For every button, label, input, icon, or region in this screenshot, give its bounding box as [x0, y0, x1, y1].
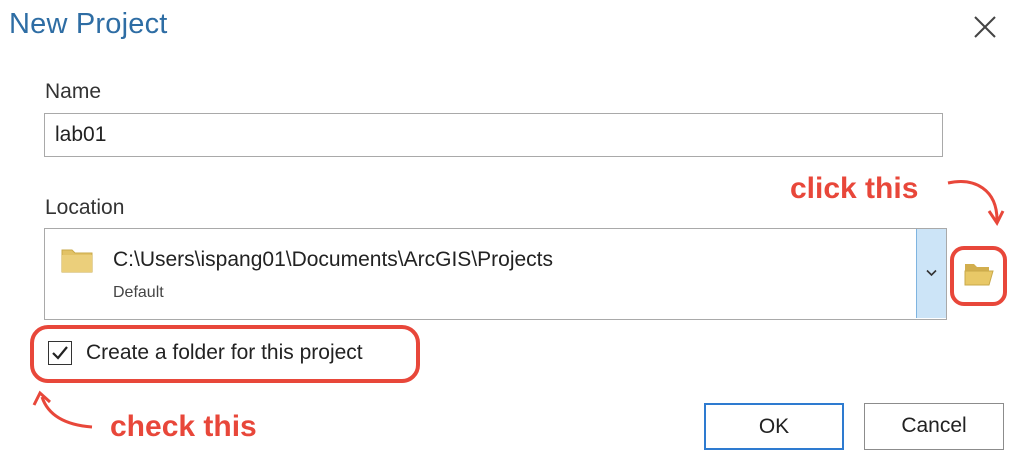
- name-input[interactable]: [44, 113, 943, 157]
- chevron-down-icon: [926, 269, 937, 277]
- ok-button[interactable]: OK: [704, 403, 844, 450]
- create-folder-option: Create a folder for this project: [30, 325, 420, 383]
- browse-folder-button[interactable]: [950, 246, 1007, 306]
- close-button[interactable]: [968, 10, 1002, 44]
- click-arrow-icon: [947, 180, 1005, 226]
- new-project-dialog: New Project Name Location C:\Users\ispan…: [0, 0, 1020, 472]
- location-dropdown-button[interactable]: [916, 229, 946, 318]
- click-this-annotation: click this: [790, 172, 919, 205]
- check-arrow-icon: [32, 390, 93, 429]
- location-path: C:\Users\ispang01\Documents\ArcGIS\Proje…: [113, 248, 553, 271]
- open-folder-icon: [964, 264, 994, 286]
- name-label: Name: [45, 80, 102, 103]
- close-icon: [974, 16, 996, 38]
- location-label: Location: [45, 196, 125, 219]
- check-this-annotation: check this: [110, 410, 257, 443]
- location-dropdown[interactable]: C:\Users\ispang01\Documents\ArcGIS\Proje…: [44, 228, 947, 320]
- dialog-title: New Project: [9, 8, 168, 40]
- cancel-button[interactable]: Cancel: [864, 403, 1004, 450]
- checkmark-icon: [52, 346, 68, 360]
- create-folder-label[interactable]: Create a folder for this project: [86, 341, 363, 365]
- location-subtitle: Default: [113, 284, 164, 301]
- folder-icon: [61, 249, 93, 273]
- create-folder-checkbox[interactable]: [48, 341, 72, 365]
